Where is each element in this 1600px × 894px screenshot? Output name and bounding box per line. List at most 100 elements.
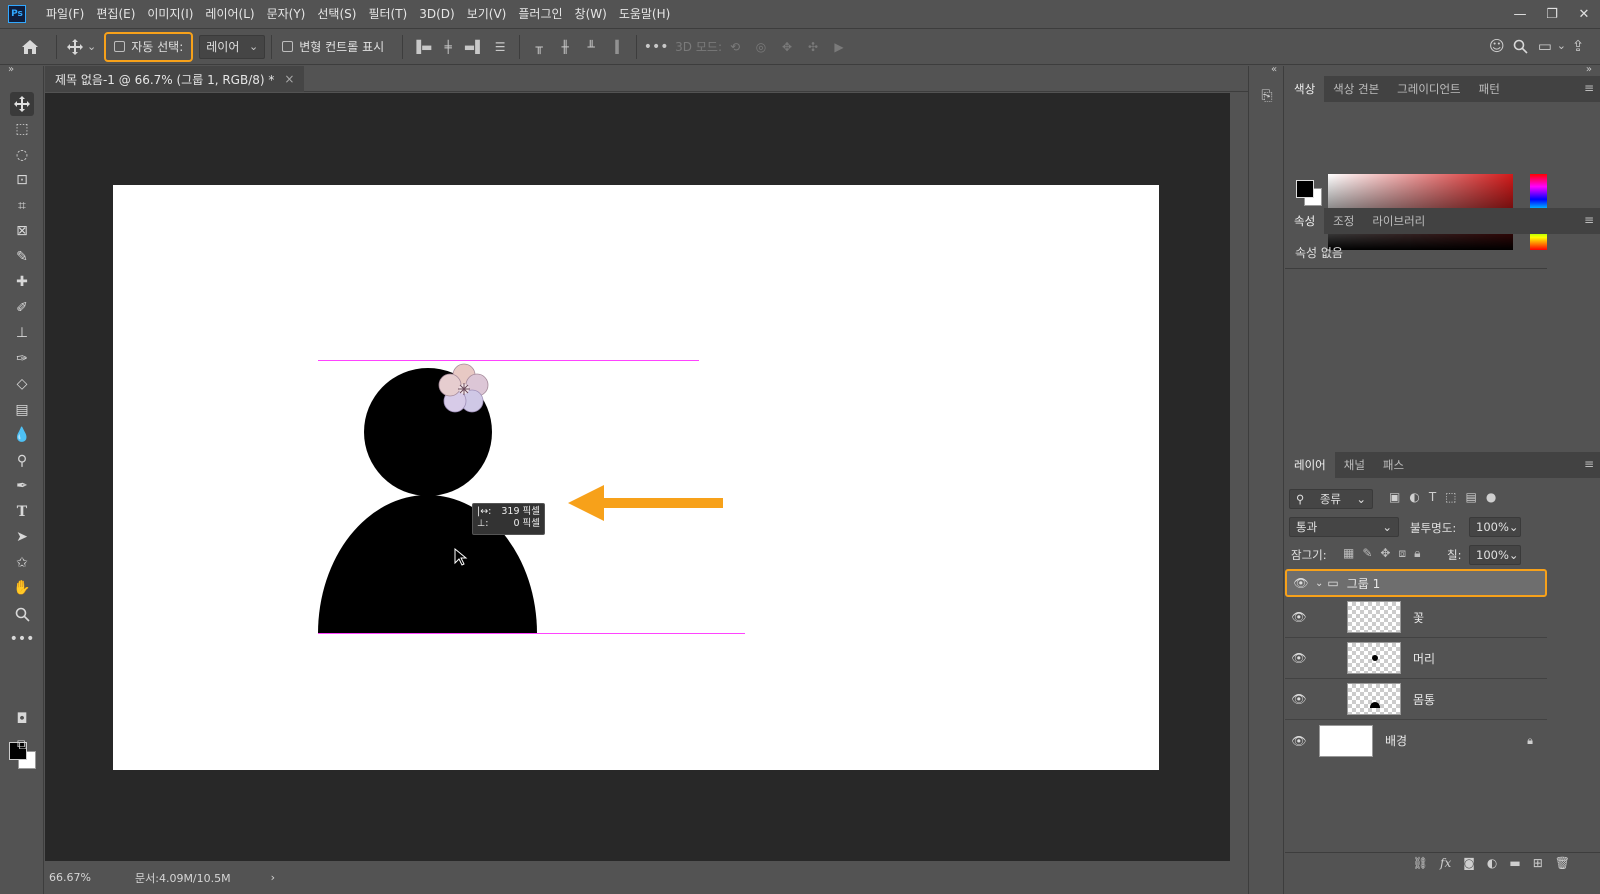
collapse-icon[interactable]: » xyxy=(1586,64,1592,75)
3d-roll-icon[interactable]: ◎ xyxy=(748,35,774,59)
eye-icon[interactable]: 👁︎ xyxy=(1287,576,1315,590)
menu-file[interactable]: 파일(F) xyxy=(40,0,90,28)
lock-all-icon[interactable]: 🔒︎ xyxy=(1414,546,1420,561)
close-window-button[interactable]: ✕ xyxy=(1568,0,1600,28)
flower-image[interactable] xyxy=(436,361,492,417)
panel-menu-icon[interactable]: ≡ xyxy=(1584,457,1594,471)
workspace-icon[interactable]: ▭ xyxy=(1533,34,1557,58)
link-layers-icon[interactable]: ⛓ xyxy=(1413,856,1428,870)
add-mask-icon[interactable]: ◙ xyxy=(1463,856,1475,870)
distribute-horizontal-icon[interactable]: ║ xyxy=(604,35,630,59)
3d-camera-icon[interactable]: ▶ xyxy=(826,35,852,59)
tab-color[interactable]: 색상 xyxy=(1285,76,1325,102)
blend-mode-dropdown[interactable]: 통과 ⌄ xyxy=(1289,517,1399,537)
stamp-tool-icon[interactable]: ⊥ xyxy=(10,321,34,345)
shape-tool-icon[interactable]: ✩ xyxy=(10,551,34,575)
menu-filter[interactable]: 필터(T) xyxy=(362,0,413,28)
collapse-icon[interactable]: » xyxy=(8,64,14,75)
chevron-right-icon[interactable]: › xyxy=(271,871,275,884)
search-icon[interactable] xyxy=(1509,34,1533,58)
delete-layer-icon[interactable]: 🗑︎ xyxy=(1555,856,1570,870)
chevron-down-icon[interactable]: ⌄ xyxy=(87,40,96,53)
layer-row-head[interactable]: 👁︎ 머리 xyxy=(1285,638,1547,679)
chevron-down-icon[interactable]: ⌄ xyxy=(1315,578,1323,589)
tab-patterns[interactable]: 패턴 xyxy=(1470,76,1509,102)
minimize-button[interactable]: — xyxy=(1504,0,1536,28)
new-group-icon[interactable]: ▬ xyxy=(1509,856,1520,870)
menu-type[interactable]: 문자(Y) xyxy=(261,0,312,28)
auto-select-checkbox[interactable] xyxy=(114,41,126,52)
canvas[interactable]: |↔: 319 픽셀 ⊥: 0 픽셀 xyxy=(113,185,1159,770)
eraser-tool-icon[interactable]: ◇ xyxy=(10,372,34,396)
panel-menu-icon[interactable]: ≡ xyxy=(1584,213,1594,227)
filter-adjustment-icon[interactable]: ◐ xyxy=(1409,490,1419,504)
lock-transparency-icon[interactable]: ▦ xyxy=(1343,546,1354,561)
tab-gradients[interactable]: 그레이디언트 xyxy=(1388,76,1469,102)
layer-row-body[interactable]: 👁︎ 몸통 xyxy=(1285,679,1547,720)
frame-tool-icon[interactable]: ⊠ xyxy=(10,219,34,243)
lock-position-icon[interactable]: ✥ xyxy=(1380,546,1390,561)
3d-pan-icon[interactable]: ✥ xyxy=(774,35,800,59)
learn-icon[interactable]: ☺ xyxy=(1485,34,1509,58)
blur-tool-icon[interactable]: 💧 xyxy=(10,423,34,447)
collapse-icon[interactable]: « xyxy=(1271,64,1277,75)
align-top-icon[interactable]: ╥ xyxy=(526,35,552,59)
marquee-tool-icon[interactable]: ⬚ xyxy=(10,117,34,141)
filter-type-icon[interactable]: T xyxy=(1429,490,1436,504)
new-layer-icon[interactable]: ⊞ xyxy=(1533,856,1543,870)
layer-row-flower[interactable]: 👁︎ 꽃 xyxy=(1285,597,1547,638)
close-icon[interactable]: × xyxy=(284,72,294,86)
menu-view[interactable]: 보기(V) xyxy=(461,0,513,28)
fill-field[interactable]: 100% ⌄ xyxy=(1469,545,1521,565)
menu-image[interactable]: 이미지(I) xyxy=(141,0,199,28)
menu-layer[interactable]: 레이어(L) xyxy=(199,0,260,28)
tab-swatches[interactable]: 색상 견본 xyxy=(1324,76,1388,102)
move-tool-icon[interactable] xyxy=(10,92,34,116)
eye-icon[interactable]: 👁︎ xyxy=(1285,692,1313,706)
foreground-color-chip[interactable] xyxy=(1296,180,1314,198)
history-icon[interactable]: ⎘ xyxy=(1257,88,1277,108)
opacity-field[interactable]: 100% ⌄ xyxy=(1469,517,1521,537)
type-tool-icon[interactable]: T xyxy=(10,500,34,524)
menu-window[interactable]: 창(W) xyxy=(569,0,613,28)
document-tab[interactable]: 제목 없음-1 @ 66.7% (그룹 1, RGB/8) * × xyxy=(45,66,305,92)
zoom-level[interactable]: 66.67% xyxy=(49,871,129,884)
restore-button[interactable]: ❐ xyxy=(1536,0,1568,28)
lock-image-icon[interactable]: ✎ xyxy=(1362,546,1372,561)
align-hcenter-icon[interactable]: ╪ xyxy=(435,35,461,59)
screen-mode-icon[interactable]: ⧉ xyxy=(10,733,34,757)
menu-3d[interactable]: 3D(D) xyxy=(413,0,460,28)
canvas-area[interactable]: |↔: 319 픽셀 ⊥: 0 픽셀 xyxy=(45,93,1230,861)
tab-libraries[interactable]: 라이브러리 xyxy=(1363,208,1434,234)
tab-paths[interactable]: 패스 xyxy=(1374,452,1413,478)
transform-controls-checkbox[interactable] xyxy=(282,41,294,52)
align-right-icon[interactable]: ▬▌ xyxy=(461,35,487,59)
menu-plugins[interactable]: 플러그인 xyxy=(512,0,568,28)
healing-brush-tool-icon[interactable]: ✚ xyxy=(10,270,34,294)
chevron-down-icon[interactable]: ⌄ xyxy=(1557,34,1566,58)
filter-pixel-icon[interactable]: ▣ xyxy=(1389,490,1400,504)
align-vcenter-icon[interactable]: ╫ xyxy=(552,35,578,59)
edit-toolbar-icon[interactable]: ••• xyxy=(10,627,35,651)
path-select-tool-icon[interactable]: ➤ xyxy=(10,525,34,549)
auto-select-option[interactable]: 자동 선택: xyxy=(104,31,194,62)
zoom-tool-icon[interactable] xyxy=(10,602,34,626)
lock-icon[interactable]: 🔒︎ xyxy=(1527,734,1533,748)
history-brush-tool-icon[interactable]: ✑ xyxy=(10,347,34,371)
filter-smartobject-icon[interactable]: ▤ xyxy=(1466,490,1477,504)
tab-adjustments[interactable]: 조정 xyxy=(1324,208,1363,234)
align-left-icon[interactable]: ▐▬ xyxy=(409,35,435,59)
pen-tool-icon[interactable]: ✒ xyxy=(10,474,34,498)
lock-artboard-icon[interactable]: ⧈ xyxy=(1398,546,1406,561)
dodge-tool-icon[interactable]: ⚲ xyxy=(10,449,34,473)
brush-tool-icon[interactable]: ✐ xyxy=(10,296,34,320)
canvas-scrollbar[interactable] xyxy=(1230,93,1244,861)
object-select-tool-icon[interactable]: ⊡ xyxy=(10,168,34,192)
layer-row-group-1[interactable]: 👁︎ ⌄ ▭ 그룹 1 xyxy=(1285,569,1547,597)
layer-row-background[interactable]: 👁︎ 배경 🔒︎ xyxy=(1285,720,1547,761)
distribute-vertical-icon[interactable]: ☰ xyxy=(487,35,513,59)
adjustment-layer-icon[interactable]: ◐ xyxy=(1487,856,1497,870)
eye-icon[interactable]: 👁︎ xyxy=(1285,610,1313,624)
eyedropper-tool-icon[interactable]: ✎ xyxy=(10,245,34,269)
hand-tool-icon[interactable]: ✋ xyxy=(10,576,34,600)
